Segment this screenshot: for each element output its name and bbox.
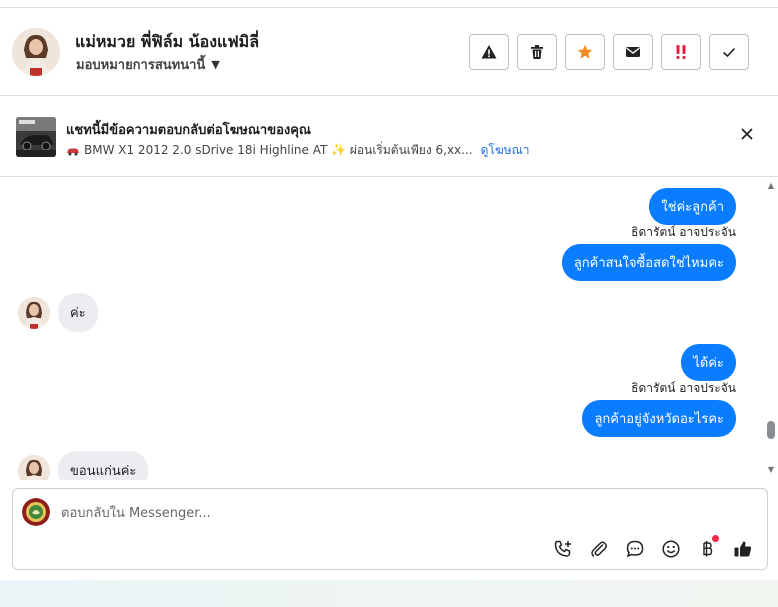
car-icon (67, 148, 79, 155)
reply-input[interactable] (61, 504, 751, 522)
payment-button[interactable] (695, 535, 719, 561)
follow-up-button[interactable] (661, 34, 701, 70)
sender-name: ธิดารัตน์ อาจประจัน (631, 381, 736, 395)
bottom-panel (0, 580, 778, 607)
ad-banner-subtitle: BMW X1 2012 2.0 sDrive 18i Highline AT ✨… (66, 141, 530, 160)
send-like-button[interactable] (731, 537, 755, 561)
baht-icon (703, 541, 713, 557)
message-list: ใช่ค่ะลูกค้า ธิดารัตน์ อาจประจัน ลูกค้าส… (0, 178, 778, 480)
warning-icon (481, 45, 497, 59)
mark-unread-button[interactable] (613, 34, 653, 70)
page-avatar (22, 498, 50, 526)
chat-bubble-icon (626, 540, 644, 558)
outgoing-message[interactable]: ลูกค้าสนใจซื้อสดใช่ไหมคะ (561, 244, 736, 281)
incoming-message-row: ค่ะ (18, 293, 98, 332)
checkmark-icon (722, 47, 736, 58)
saved-replies-button[interactable] (623, 537, 647, 561)
outgoing-message[interactable]: ใช่ค่ะลูกค้า (649, 188, 736, 225)
contact-avatar-small (18, 296, 50, 329)
emoji-button[interactable] (659, 537, 683, 561)
star-button[interactable] (565, 34, 605, 70)
reply-composer (12, 488, 768, 570)
paperclip-icon (591, 541, 607, 557)
mark-done-button[interactable] (709, 34, 749, 70)
scrollbar-thumb[interactable] (767, 421, 775, 439)
add-call-button[interactable] (551, 537, 575, 561)
star-icon (577, 44, 593, 59)
delete-button[interactable] (517, 34, 557, 70)
report-spam-button[interactable] (469, 34, 509, 70)
trash-icon (531, 45, 543, 59)
phone-plus-icon (554, 540, 571, 557)
conversation-header: แม่หมวย พี่ฟิล์ม น้องแฟมิลี่ มอบหมายการส… (0, 8, 778, 96)
contact-avatar[interactable] (12, 28, 60, 76)
scroll-down-arrow-icon[interactable]: ▼ (766, 466, 776, 474)
attach-file-button[interactable] (587, 537, 611, 561)
incoming-message[interactable]: ค่ะ (58, 293, 98, 332)
view-ad-link[interactable]: ดูโฆษณา (481, 141, 530, 160)
thumbs-up-icon (734, 541, 752, 557)
ad-thumbnail[interactable] (16, 117, 56, 157)
caret-down-icon: ▼ (211, 58, 220, 71)
close-icon (741, 128, 753, 140)
envelope-icon (626, 47, 640, 57)
message-scrollbar[interactable]: ▲ ▼ (764, 178, 778, 480)
assign-conversation-dropdown[interactable]: มอบหมายการสนทนานี้ ▼ (76, 54, 220, 75)
header-actions (469, 34, 749, 70)
outgoing-message[interactable]: ได้ค่ะ (681, 344, 736, 381)
contact-avatar-small (18, 454, 50, 480)
composer-tools (551, 535, 755, 561)
double-exclamation-icon (676, 45, 686, 59)
incoming-message-row: ขอนแก่นค่ะ (18, 451, 149, 480)
ad-reply-banner: แชทนี้มีข้อความตอบกลับต่อโฆษณาของคุณ BMW… (0, 97, 778, 177)
outgoing-message[interactable]: ลูกค้าอยู่จังหวัดอะไรคะ (582, 400, 736, 437)
ad-banner-title: แชทนี้มีข้อความตอบกลับต่อโฆษณาของคุณ (66, 123, 311, 138)
ad-description: BMW X1 2012 2.0 sDrive 18i Highline AT ✨… (84, 143, 473, 157)
assign-label: มอบหมายการสนทนานี้ (76, 58, 206, 73)
scroll-up-arrow-icon[interactable]: ▲ (766, 182, 776, 190)
sender-name: ธิดารัตน์ อาจประจัน (631, 225, 736, 239)
notification-dot (712, 535, 719, 542)
contact-name[interactable]: แม่หมวย พี่ฟิล์ม น้องแฟมิลี่ (75, 30, 259, 55)
smiley-icon (662, 540, 680, 558)
incoming-message[interactable]: ขอนแก่นค่ะ (58, 451, 149, 480)
close-banner-button[interactable] (740, 125, 754, 146)
